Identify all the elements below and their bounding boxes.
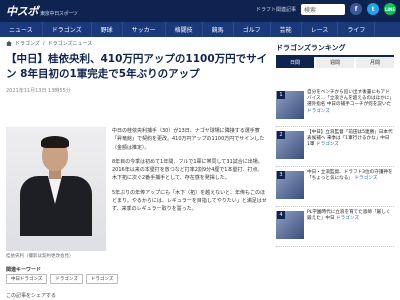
search-input[interactable]: 検索	[301, 3, 345, 15]
nav-item-fighting[interactable]: 格闘技	[166, 22, 203, 37]
line-icon[interactable]: LINE	[384, 3, 396, 15]
ranking-tag: ドラゴンズ	[336, 216, 359, 222]
nav-item-keiba[interactable]: 競馬	[203, 22, 234, 37]
list-item[interactable]: 4 PL学園時代に立浪を育てた恩師「厳しく鍛えた」中日 ドラゴンズ	[276, 209, 394, 247]
ranking-number: 3	[277, 171, 285, 179]
article-headline: 【中日】桂依央利、410万円アップの1100万円でサイン 8年目初の1軍完走で5…	[6, 53, 268, 80]
ranking-text: 【中日】立浪監督「前田は5連勝」日本代表候補へ 来季は「1軍行けるかな」中日 1…	[307, 130, 393, 149]
article-paragraph: 中日の桂依央利捕手（30）が13日、ナゴヤ球場に隣接する選手寮「昇竜館」で契約を…	[112, 128, 265, 151]
breadcrumb-dragons-news[interactable]: ドラゴンズニュース	[48, 40, 93, 47]
keyword-tag[interactable]: 中日ドラゴンズ	[6, 274, 48, 284]
photo-figure-hair	[41, 136, 69, 148]
list-item[interactable]: 2 【中日】立浪監督「前田は5連勝」日本代表候補へ 来季は「1軍行けるかな」中日…	[276, 129, 394, 167]
breadcrumb: ドラゴンズ / ドラゴンズニュース	[6, 40, 92, 47]
top-bar-tools: ドラフト関連記事 検索 f t LINE	[256, 3, 396, 15]
ranking-text: 自分をベンチから追い出す後輩にもアドバイス…「立浪さんを超えるのはほかに」選外指…	[307, 90, 393, 115]
ranking-tag: ドラゴンズ	[316, 142, 339, 148]
nav-item-dragons[interactable]: ドラゴンズ	[43, 22, 92, 37]
list-item[interactable]: 3 中日・立浪監督、ドラフト3位の守護神を「ちょっと気になる」 ドラゴンズ	[276, 169, 394, 207]
keyword-list: 中日ドラゴンズ ドラゴンズ ドラゴンズ	[6, 274, 119, 284]
keyword-tag[interactable]: ドラゴンズ	[50, 274, 83, 284]
ranking-text: PL学園時代に立浪を育てた恩師「厳しく鍛えた」中日 ドラゴンズ	[307, 210, 393, 222]
keyword-tag[interactable]: ドラゴンズ	[85, 274, 119, 284]
tab-monthly[interactable]: 月間	[356, 57, 394, 68]
nav-item-soccer[interactable]: サッカー	[123, 22, 166, 37]
ranking-text: 中日・立浪監督、ドラフト3位の守護神を「ちょっと気になる」 ドラゴンズ	[307, 170, 393, 182]
main-nav: ニュース ドラゴンズ 野球 サッカー 格闘技 競馬 ゴルフ 芸能 レース ライフ	[0, 22, 400, 37]
ranking-headline: 自分をベンチから追い出す後輩にもアドバイス…「立浪さんを超えるのはほかに」選外指…	[307, 90, 392, 108]
tab-daily[interactable]: 日間	[276, 57, 314, 68]
ranking-list: 1 自分をベンチから追い出す後輩にもアドバイス…「立浪さんを超えるのはほかに」選…	[276, 89, 394, 249]
breadcrumb-dragons[interactable]: ドラゴンズ	[15, 40, 40, 47]
ranking-number: 4	[277, 211, 285, 219]
twitter-icon[interactable]: t	[367, 3, 379, 15]
search-placeholder: 検索	[304, 6, 317, 14]
ranking-number: 1	[277, 91, 285, 99]
breadcrumb-separator: /	[42, 40, 45, 47]
article-photo[interactable]	[6, 127, 106, 251]
article-paragraph: 8年目の今季は初めて1年間、フルで1軍に帯同して31試合に出場。2016年以来の…	[112, 158, 263, 182]
ranking-tabs: 日間 週間 月間	[276, 57, 394, 68]
nav-item-golf[interactable]: ゴルフ	[234, 22, 271, 37]
logo-sub: 東京中日スポーツ	[40, 11, 78, 17]
logo-main: 中スポ	[6, 5, 39, 18]
nav-item-race[interactable]: レース	[302, 22, 339, 37]
site-logo[interactable]: 中スポ 東京中日スポーツ	[6, 3, 78, 19]
facebook-icon[interactable]: f	[350, 3, 362, 15]
draft-link[interactable]: ドラフト関連記事	[256, 6, 296, 13]
nav-item-life[interactable]: ライフ	[338, 22, 376, 37]
ranking-number: 2	[277, 131, 285, 139]
ranking-headline: 中日・立浪監督、ドラフト3位の守護神を「ちょっと気になる」	[307, 170, 393, 182]
list-item[interactable]: 1 自分をベンチから追い出す後輩にもアドバイス…「立浪さんを超えるのはほかに」選…	[276, 89, 394, 127]
share-label: この記事をシェアする	[6, 293, 57, 299]
article-date: 2021年11月13日 13時55分	[6, 88, 71, 94]
ranking-tag: ドラゴンズ	[354, 176, 378, 182]
ranking-title: ドラゴンズランキング	[276, 43, 394, 57]
home-icon[interactable]	[6, 41, 12, 46]
article-body: 中日の桂依央利捕手（30）が13日、ナゴヤ球場に隣接する選手寮「昇竜館」で契約を…	[112, 127, 267, 220]
nav-item-news[interactable]: ニュース	[0, 22, 43, 37]
article-paragraph: 5年ぶりの年俸アップにも「木下（拓）を越えないと、年俸もこのほどまり。やるからに…	[112, 189, 267, 213]
photo-caption: 桂依央利（撮影は契約更改会見）	[6, 254, 74, 259]
keyword-title: 関連キーワード	[6, 267, 42, 273]
tab-weekly[interactable]: 週間	[316, 57, 354, 68]
nav-item-entertainment[interactable]: 芸能	[271, 22, 302, 37]
top-bar: 中スポ 東京中日スポーツ ドラフト関連記事 検索 f t LINE	[0, 0, 400, 22]
ranking-tag: ドラゴンズ	[307, 108, 330, 114]
nav-item-baseball[interactable]: 野球	[92, 22, 123, 37]
